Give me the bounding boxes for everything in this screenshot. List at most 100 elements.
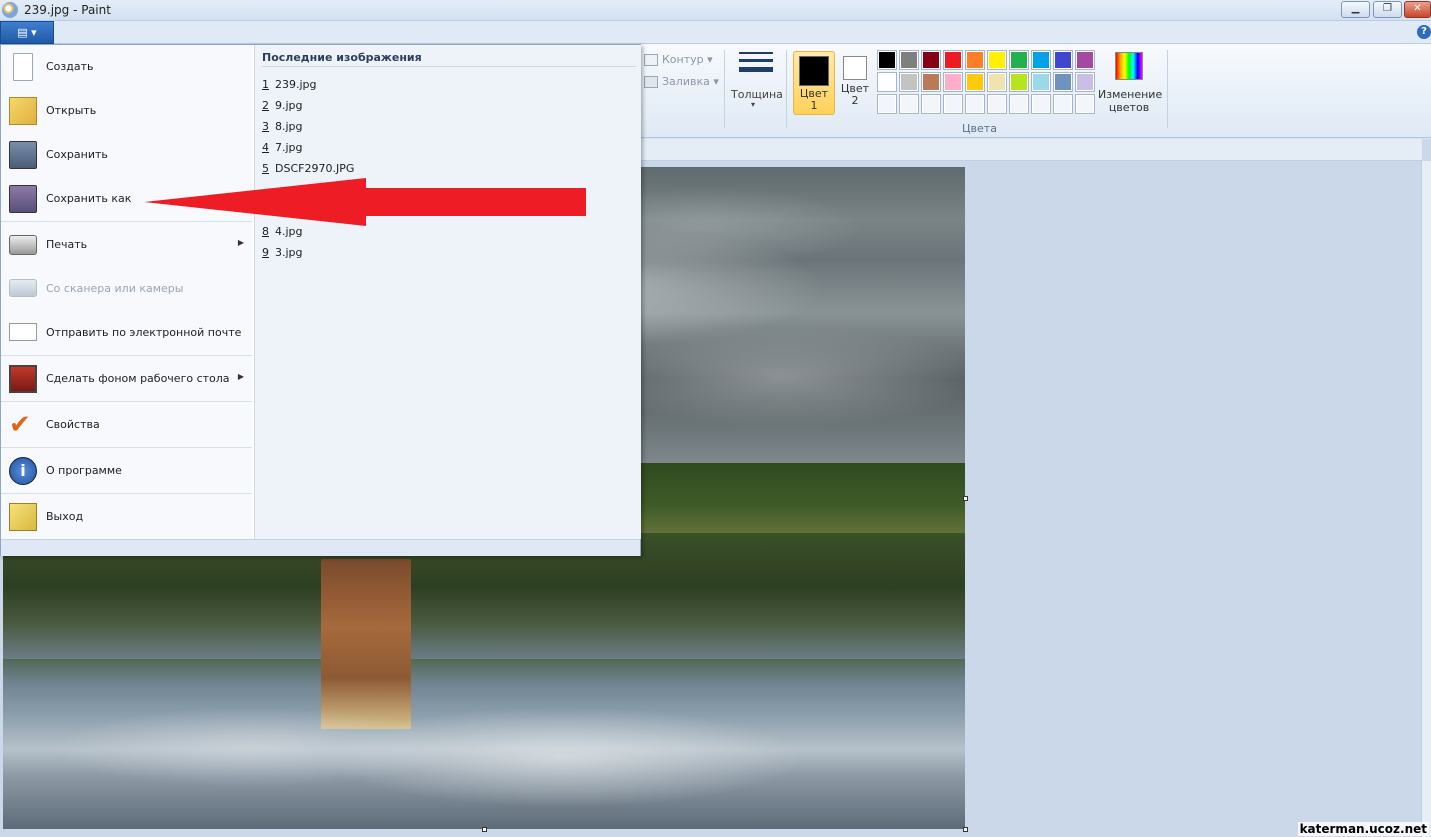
red-annotation-arrow — [144, 178, 586, 226]
menu-item-desktop-background[interactable]: Сделать фоном рабочего стола ▶ — [1, 357, 252, 401]
color-palette — [877, 50, 1097, 114]
color1-swatch — [799, 56, 829, 86]
palette-color-swatch[interactable] — [1053, 72, 1073, 92]
palette-empty-swatch[interactable] — [1009, 94, 1029, 114]
palette-color-swatch[interactable] — [899, 72, 919, 92]
color1-button[interactable]: Цвет 1 — [793, 51, 835, 115]
palette-empty-swatch[interactable] — [965, 94, 985, 114]
palette-color-swatch[interactable] — [1031, 50, 1051, 70]
palette-color-swatch[interactable] — [1075, 50, 1095, 70]
recent-file-number: 4 — [262, 141, 269, 154]
outline-dropdown[interactable]: Контур ▾ — [644, 53, 713, 66]
recent-file-name: 239.jpg — [275, 78, 317, 91]
open-folder-icon — [9, 97, 37, 125]
palette-empty-swatch[interactable] — [1031, 94, 1051, 114]
resize-handle-right[interactable] — [963, 496, 968, 501]
palette-color-swatch[interactable] — [965, 50, 985, 70]
palette-color-swatch[interactable] — [1053, 50, 1073, 70]
palette-empty-swatch[interactable] — [921, 94, 941, 114]
palette-color-swatch[interactable] — [965, 72, 985, 92]
thickness-chevron-icon[interactable]: ▾ — [751, 100, 755, 109]
palette-color-swatch[interactable] — [877, 72, 897, 92]
ribbon-separator — [724, 50, 725, 128]
tree-reflection — [3, 539, 965, 659]
close-button[interactable]: ✕ — [1404, 1, 1431, 18]
fill-dropdown[interactable]: Заливка ▾ — [644, 75, 719, 88]
edit-colors-button[interactable]: Изменение цветов — [1098, 52, 1162, 114]
palette-color-swatch[interactable] — [943, 50, 963, 70]
outline-icon — [644, 54, 658, 66]
palette-empty-swatch[interactable] — [987, 94, 1007, 114]
recent-file-name: DSCF2970.JPG — [275, 162, 355, 175]
menu-item-info[interactable]: i О программе — [1, 449, 252, 493]
recent-pictures-panel: Последние изображения 1 239.jpg 2 9.jpg 3 8.j… — [254, 45, 641, 539]
palette-empty-swatch[interactable] — [1075, 94, 1095, 114]
menu-item-checkmark[interactable]: ✔ Свойства — [1, 403, 252, 447]
palette-color-swatch[interactable] — [943, 72, 963, 92]
recent-file-item[interactable]: 1 239.jpg — [262, 78, 317, 91]
palette-color-swatch[interactable] — [1075, 72, 1095, 92]
thickness-icon[interactable] — [739, 52, 773, 80]
color2-button[interactable]: Цвет 2 — [839, 51, 871, 115]
recent-file-name: 8.jpg — [275, 120, 303, 133]
file-menu-commands: Создать Открыть Сохранить Сохранить как Печа… — [1, 45, 252, 539]
file-menu-button[interactable]: ▤ ▾ — [0, 21, 54, 44]
recent-file-number: 2 — [262, 99, 269, 112]
email-icon — [9, 323, 37, 341]
palette-color-swatch[interactable] — [921, 50, 941, 70]
file-menu-footer — [1, 539, 640, 556]
window-title: 239.jpg - Paint — [24, 3, 111, 17]
palette-color-swatch[interactable] — [877, 50, 897, 70]
recent-file-item[interactable]: 5 DSCF2970.JPG — [262, 162, 354, 175]
palette-empty-swatch[interactable] — [943, 94, 963, 114]
palette-color-swatch[interactable] — [1009, 50, 1029, 70]
menu-item-label: Сохранить как — [46, 192, 132, 205]
resize-handle-bottom[interactable] — [482, 827, 487, 832]
menu-item-email[interactable]: Отправить по электронной почте — [1, 311, 252, 355]
restore-button[interactable]: ❐ — [1373, 1, 1402, 18]
palette-color-swatch[interactable] — [899, 50, 919, 70]
resize-handle-corner[interactable] — [963, 827, 968, 832]
menu-item-printer[interactable]: Печать ▶ — [1, 223, 252, 267]
menu-item-label: Сделать фоном рабочего стола — [46, 372, 230, 385]
water-clouds — [3, 687, 965, 827]
save-as-icon — [9, 185, 37, 213]
recent-file-name: 7.jpg — [275, 141, 303, 154]
menu-item-new-document[interactable]: Создать — [1, 45, 252, 89]
menu-item-open-folder[interactable]: Открыть — [1, 89, 252, 133]
palette-color-swatch[interactable] — [1031, 72, 1051, 92]
menu-item-label: Сохранить — [46, 148, 108, 161]
menu-item-scanner[interactable]: Со сканера или камеры — [1, 267, 252, 311]
recent-file-number: 9 — [262, 246, 269, 259]
color2-swatch — [843, 56, 867, 80]
palette-empty-swatch[interactable] — [899, 94, 919, 114]
vertical-scrollbar[interactable] — [1421, 161, 1431, 837]
palette-color-swatch[interactable] — [1009, 72, 1029, 92]
rainbow-icon — [1115, 52, 1143, 80]
recent-file-item[interactable]: 3 8.jpg — [262, 120, 303, 133]
palette-empty-swatch[interactable] — [877, 94, 897, 114]
menu-item-label: О программе — [46, 464, 122, 477]
recent-file-number: 1 — [262, 78, 269, 91]
checkmark-icon: ✔ — [9, 410, 31, 440]
paint-window: 239.jpg - Paint ▁ ❐ ✕ ▤ ▾ ? Контур ▾ Зал… — [0, 0, 1431, 837]
menu-item-label: Свойства — [46, 418, 100, 431]
recent-file-item[interactable]: 2 9.jpg — [262, 99, 303, 112]
menu-item-exit[interactable]: Выход — [1, 495, 252, 539]
recent-file-item[interactable]: 9 3.jpg — [262, 246, 303, 259]
recent-file-item[interactable]: 4 7.jpg — [262, 141, 303, 154]
submenu-arrow-icon: ▶ — [237, 372, 244, 381]
recent-pictures-header: Последние изображения — [262, 51, 636, 67]
file-menu: Создать Открыть Сохранить Сохранить как Печа… — [0, 44, 641, 556]
menu-item-label: Со сканера или камеры — [46, 282, 184, 295]
palette-color-swatch[interactable] — [987, 72, 1007, 92]
help-icon[interactable]: ? — [1417, 25, 1431, 39]
palette-color-swatch[interactable] — [921, 72, 941, 92]
menu-item-label: Открыть — [46, 104, 97, 117]
palette-color-swatch[interactable] — [987, 50, 1007, 70]
menu-divider — [1, 355, 252, 356]
menu-item-save-disk[interactable]: Сохранить — [1, 133, 252, 177]
palette-empty-swatch[interactable] — [1053, 94, 1073, 114]
minimize-button[interactable]: ▁ — [1341, 1, 1370, 18]
info-icon: i — [9, 457, 37, 485]
